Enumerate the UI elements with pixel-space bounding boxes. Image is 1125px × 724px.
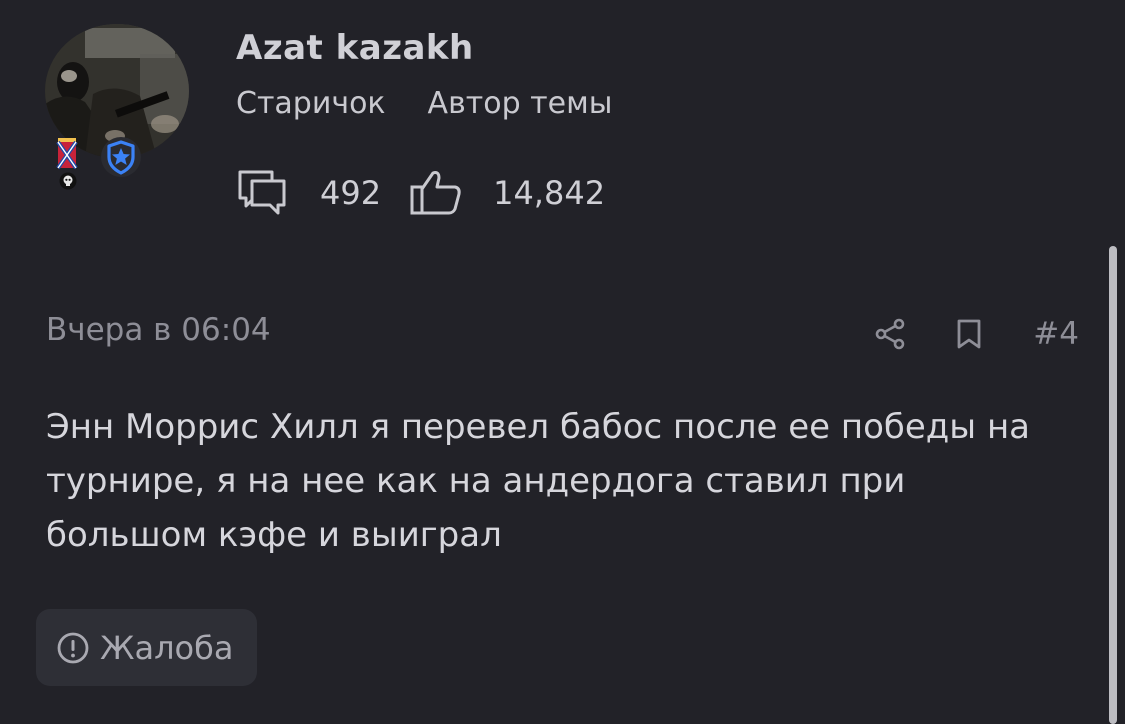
- report-icon: [57, 632, 89, 663]
- scrollbar[interactable]: [1109, 246, 1117, 724]
- user-rank: Старичок: [236, 86, 386, 121]
- messages-icon: [238, 170, 286, 215]
- messages-count: 492: [320, 174, 382, 212]
- like-icon: [410, 171, 461, 215]
- post-number-link[interactable]: #4: [1033, 316, 1079, 352]
- author-badge: Автор темы: [427, 86, 613, 121]
- flag-badge-icon: [56, 138, 78, 170]
- skull-badge-icon: [59, 172, 77, 190]
- likes-count: 14,842: [493, 174, 606, 212]
- username[interactable]: Azat kazakh: [236, 28, 474, 68]
- report-label: Жалоба: [100, 628, 234, 667]
- user-stats: 492 14,842: [236, 165, 605, 221]
- post-actions: #4: [875, 312, 1079, 356]
- shield-star-icon: [101, 137, 141, 177]
- post-date[interactable]: Вчера в 06:04: [46, 312, 271, 348]
- post-container: Azat kazakh Старичок Автор темы 492 14,8…: [0, 0, 1125, 724]
- bookmark-icon[interactable]: [955, 318, 983, 350]
- post-text: Энн Моррис Хилл я перевел бабос после ее…: [46, 407, 1031, 555]
- report-button[interactable]: Жалоба: [36, 609, 257, 686]
- share-icon[interactable]: [875, 318, 907, 350]
- user-roles: Старичок Автор темы: [236, 86, 612, 121]
